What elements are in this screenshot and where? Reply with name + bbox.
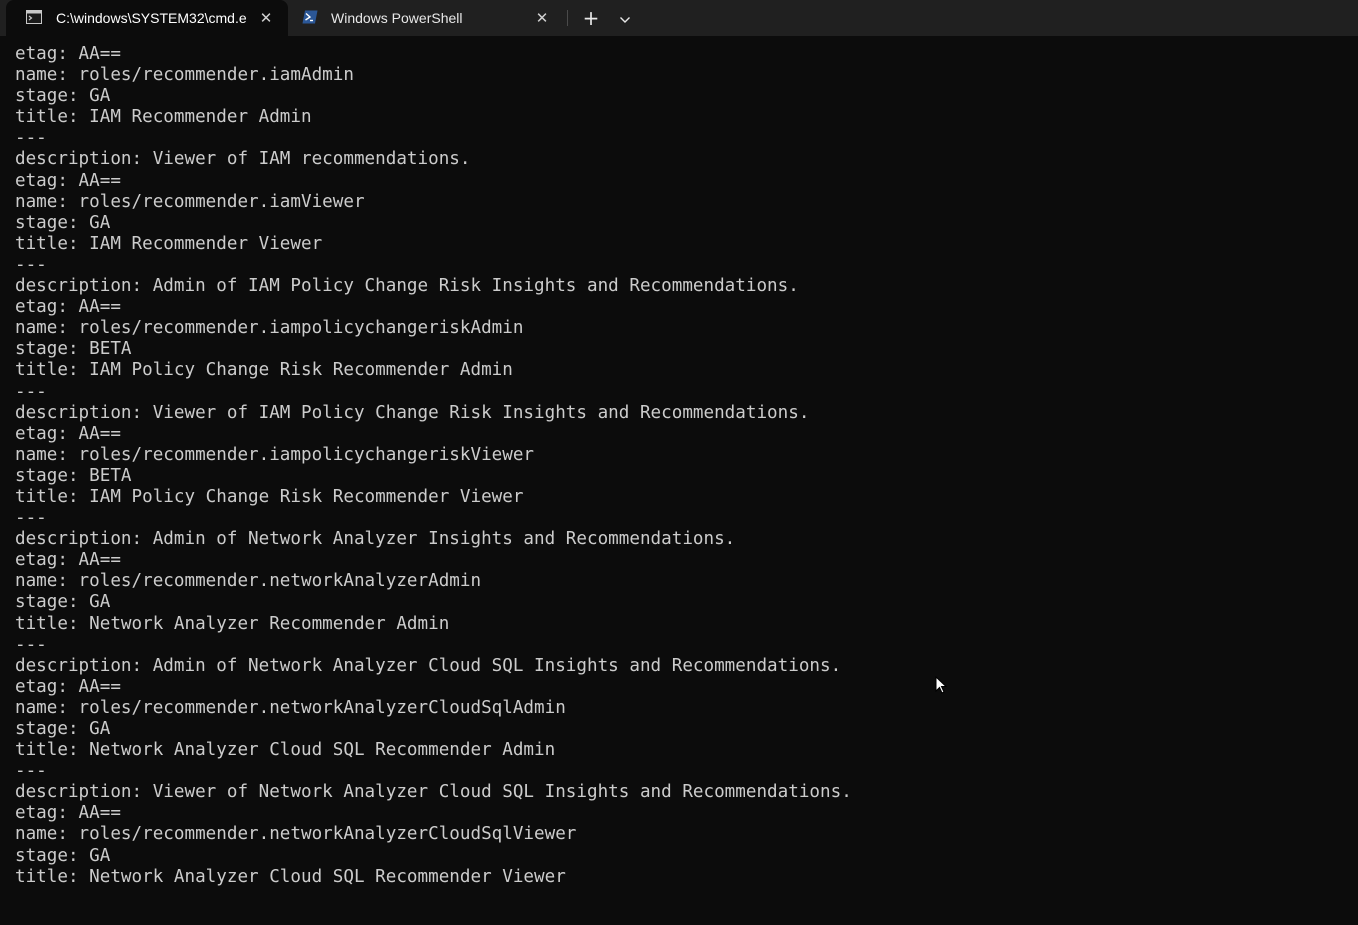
tab-title: Windows PowerShell: [331, 10, 463, 26]
terminal-line: name: roles/recommender.networkAnalyzerC…: [15, 697, 566, 718]
terminal-line: etag: AA==: [15, 550, 121, 571]
terminal-line: name: roles/recommender.networkAnalyzerA…: [15, 571, 482, 592]
close-icon[interactable]: ✕: [257, 9, 275, 27]
terminal-line: description: Admin of Network Analyzer I…: [15, 529, 736, 550]
chevron-down-icon: [619, 9, 631, 28]
terminal-line: stage: GA: [15, 592, 111, 613]
terminal-line: etag: AA==: [15, 44, 121, 64]
cmd-icon: [26, 10, 42, 24]
terminal-line: etag: AA==: [15, 676, 121, 697]
terminal-line: etag: AA==: [15, 297, 121, 318]
tab-dropdown-button[interactable]: [611, 5, 639, 31]
terminal-line: description: Admin of Network Analyzer C…: [15, 655, 842, 676]
terminal-line: stage: GA: [15, 719, 111, 739]
terminal-line: description: Viewer of IAM Policy Change…: [15, 402, 810, 423]
terminal-line: name: roles/recommender.iampolicychanger…: [15, 318, 524, 339]
terminal-line: description: Admin of IAM Policy Change …: [15, 276, 799, 297]
terminal-line: stage: GA: [15, 212, 111, 233]
terminal-line: name: roles/recommender.iamAdmin: [15, 65, 354, 86]
terminal-line: ---: [15, 128, 47, 149]
tab-separator: [567, 10, 568, 26]
terminal-output[interactable]: etag: AA== name: roles/recommender.iamAdm…: [15, 44, 1345, 919]
terminal-line: etag: AA==: [15, 423, 121, 444]
terminal-line: ---: [15, 254, 47, 275]
terminal-line: stage: GA: [15, 845, 111, 866]
terminal-line: title: Network Analyzer Cloud SQL Recomm…: [15, 740, 556, 761]
terminal-line: name: roles/recommender.iamViewer: [15, 191, 365, 212]
terminal-line: title: Network Analyzer Recommender Admi…: [15, 613, 450, 634]
terminal-line: etag: AA==: [15, 803, 121, 824]
terminal-line: title: IAM Recommender Admin: [15, 107, 312, 128]
terminal-line: description: Viewer of Network Analyzer …: [15, 782, 852, 803]
terminal-line: title: IAM Policy Change Risk Recommende…: [15, 486, 524, 507]
tab-powershell[interactable]: Windows PowerShell ✕: [292, 0, 562, 36]
tab-title: C:\windows\SYSTEM32\cmd.exe: [56, 10, 246, 26]
title-bar: C:\windows\SYSTEM32\cmd.exe ✕ Windows Po…: [0, 0, 1358, 36]
tab-cmd[interactable]: C:\windows\SYSTEM32\cmd.exe ✕: [6, 0, 288, 36]
terminal-line: ---: [15, 634, 47, 655]
terminal-line: stage: GA: [15, 86, 111, 107]
terminal-line: etag: AA==: [15, 170, 121, 191]
terminal-line: title: IAM Recommender Viewer: [15, 233, 323, 254]
terminal-line: name: roles/recommender.iampolicychanger…: [15, 444, 535, 465]
terminal-line: name: roles/recommender.networkAnalyzerC…: [15, 824, 577, 845]
mouse-cursor-icon: [935, 675, 949, 696]
terminal-line: title: IAM Policy Change Risk Recommende…: [15, 360, 513, 381]
close-icon[interactable]: ✕: [533, 9, 551, 27]
powershell-icon: [302, 10, 318, 24]
new-tab-button[interactable]: +: [577, 5, 605, 31]
terminal-line: description: Viewer of IAM recommendatio…: [15, 149, 471, 170]
terminal-line: ---: [15, 381, 47, 402]
terminal-line: ---: [15, 508, 47, 529]
terminal-line: stage: BETA: [15, 465, 132, 486]
terminal-line: ---: [15, 761, 47, 782]
terminal-line: title: Network Analyzer Cloud SQL Recomm…: [15, 866, 566, 887]
terminal-line: stage: BETA: [15, 339, 132, 360]
